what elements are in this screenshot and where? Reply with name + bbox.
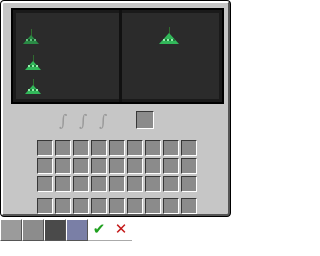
inventory-slot[interactable] [73,176,89,192]
inventory-slot[interactable] [181,158,197,174]
inventory-slot[interactable] [37,140,53,156]
output-slot[interactable] [136,111,154,129]
color-swatch[interactable] [0,219,22,241]
hotbar-slot[interactable] [109,198,125,214]
inventory-slot[interactable] [91,176,107,192]
inventory-slot[interactable] [145,140,161,156]
color-swatch[interactable] [22,219,44,241]
inventory-slot[interactable] [37,158,53,174]
hotbar-slot[interactable] [37,198,53,214]
tree-preview-area [11,8,224,104]
inventory-slot[interactable] [163,158,179,174]
confirm-check-icon[interactable]: ✔ [88,219,110,241]
inventory-slot[interactable] [181,140,197,156]
inventory-slot[interactable] [163,140,179,156]
inventory-slot[interactable] [145,176,161,192]
inventory-slot[interactable] [109,176,125,192]
hotbar-slot[interactable] [145,198,161,214]
inventory-slot[interactable] [55,158,71,174]
inventory-slot[interactable] [73,158,89,174]
color-palette-bar: ✔ ✕ [0,219,132,241]
inventory-slot[interactable] [55,176,71,192]
hotbar-slot[interactable] [73,198,89,214]
inventory-slot[interactable] [127,140,143,156]
ghost-slot-icon: ∫ [59,111,68,130]
inventory-slot[interactable] [91,158,107,174]
inventory-slot[interactable] [91,140,107,156]
tree-icon [159,27,179,47]
ghost-slot-icon: ∫ [99,111,108,130]
color-swatch[interactable] [44,219,66,241]
cancel-x-icon[interactable]: ✕ [110,219,132,241]
inventory-slot[interactable] [145,158,161,174]
inventory-slot[interactable] [73,140,89,156]
inventory-slot[interactable] [37,176,53,192]
inventory-slot[interactable] [109,158,125,174]
preview-right-pane [122,13,219,99]
inventory-slot[interactable] [127,176,143,192]
hotbar-slot[interactable] [55,198,71,214]
preview-left-pane [16,13,119,99]
hotbar-slot[interactable] [181,198,197,214]
hotbar [37,198,199,216]
hotbar-slot[interactable] [91,198,107,214]
inventory-slot[interactable] [55,140,71,156]
tree-icon [25,55,41,73]
gui-panel: ∫ ∫ ∫ [1,1,230,216]
inventory-slot[interactable] [109,140,125,156]
tree-icon [25,79,41,97]
hotbar-slot[interactable] [127,198,143,214]
tree-icon [23,29,39,47]
ghost-slot-icon: ∫ [79,111,88,130]
inventory-slot[interactable] [181,176,197,192]
inventory-slot[interactable] [163,176,179,192]
hotbar-slot[interactable] [163,198,179,214]
inventory-slot[interactable] [127,158,143,174]
color-swatch[interactable] [66,219,88,241]
inventory-grid [37,140,199,194]
